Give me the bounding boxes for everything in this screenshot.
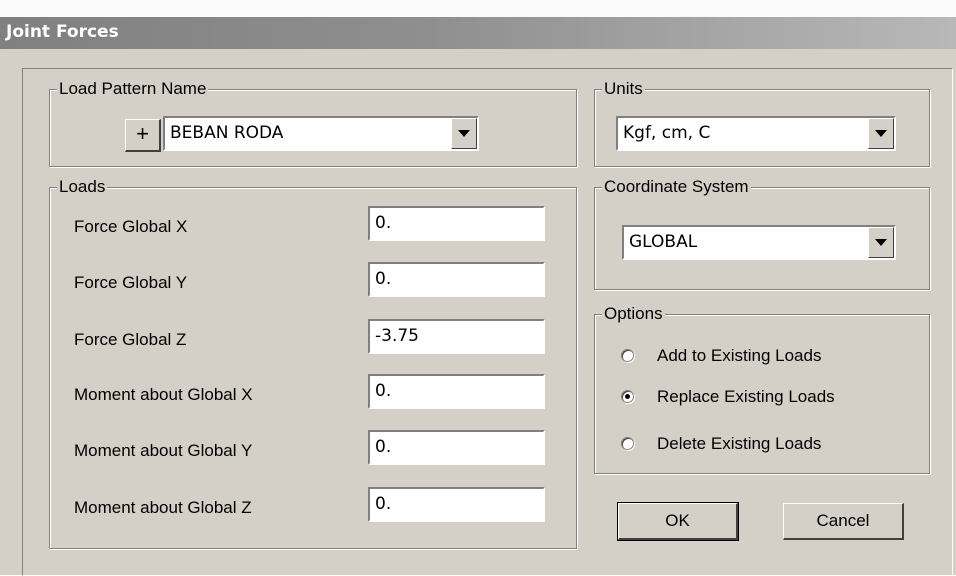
- moment-x-input[interactable]: 0.: [368, 374, 545, 409]
- moment-y-label: Moment about Global Y: [74, 441, 253, 460]
- force-y-label: Force Global Y: [74, 273, 188, 292]
- force-x-input[interactable]: 0.: [368, 206, 545, 241]
- coordinate-system-legend: Coordinate System: [602, 176, 751, 198]
- moment-z-label: Moment about Global Z: [74, 498, 252, 517]
- force-z-label: Force Global Z: [74, 330, 187, 349]
- load-pattern-value: BEBAN RODA: [170, 123, 284, 143]
- add-load-pattern-button[interactable]: +: [125, 119, 161, 152]
- dialog-title: Joint Forces: [6, 22, 119, 42]
- background-strip: [0, 0, 956, 17]
- units-select[interactable]: Kgf, cm, C: [616, 116, 896, 151]
- force-y-input[interactable]: 0.: [368, 262, 545, 297]
- coordinate-system-value: GLOBAL: [629, 232, 698, 252]
- delete-existing-label[interactable]: Delete Existing Loads: [657, 434, 821, 454]
- moment-x-label: Moment about Global X: [74, 385, 253, 404]
- replace-existing-radio[interactable]: [621, 390, 634, 403]
- chevron-down-icon[interactable]: [868, 227, 894, 258]
- coordinate-system-select[interactable]: GLOBAL: [622, 225, 896, 260]
- replace-existing-label[interactable]: Replace Existing Loads: [657, 387, 835, 407]
- moment-y-input[interactable]: 0.: [368, 430, 545, 465]
- load-pattern-legend: Load Pattern Name: [57, 78, 209, 100]
- force-x-label: Force Global X: [74, 217, 188, 236]
- force-z-input[interactable]: -3.75: [368, 319, 545, 354]
- chevron-down-icon[interactable]: [451, 118, 477, 149]
- load-pattern-select[interactable]: BEBAN RODA: [163, 116, 479, 151]
- cancel-button[interactable]: Cancel: [783, 503, 904, 540]
- units-legend: Units: [602, 78, 645, 100]
- moment-z-input[interactable]: 0.: [368, 487, 545, 522]
- add-to-existing-label[interactable]: Add to Existing Loads: [657, 346, 821, 366]
- add-to-existing-radio[interactable]: [621, 349, 634, 362]
- delete-existing-radio[interactable]: [621, 437, 634, 450]
- options-legend: Options: [602, 303, 665, 325]
- ok-button[interactable]: OK: [617, 502, 739, 541]
- loads-legend: Loads: [57, 176, 108, 198]
- title-bar[interactable]: Joint Forces: [0, 17, 956, 49]
- units-value: Kgf, cm, C: [623, 123, 711, 143]
- chevron-down-icon[interactable]: [868, 118, 894, 149]
